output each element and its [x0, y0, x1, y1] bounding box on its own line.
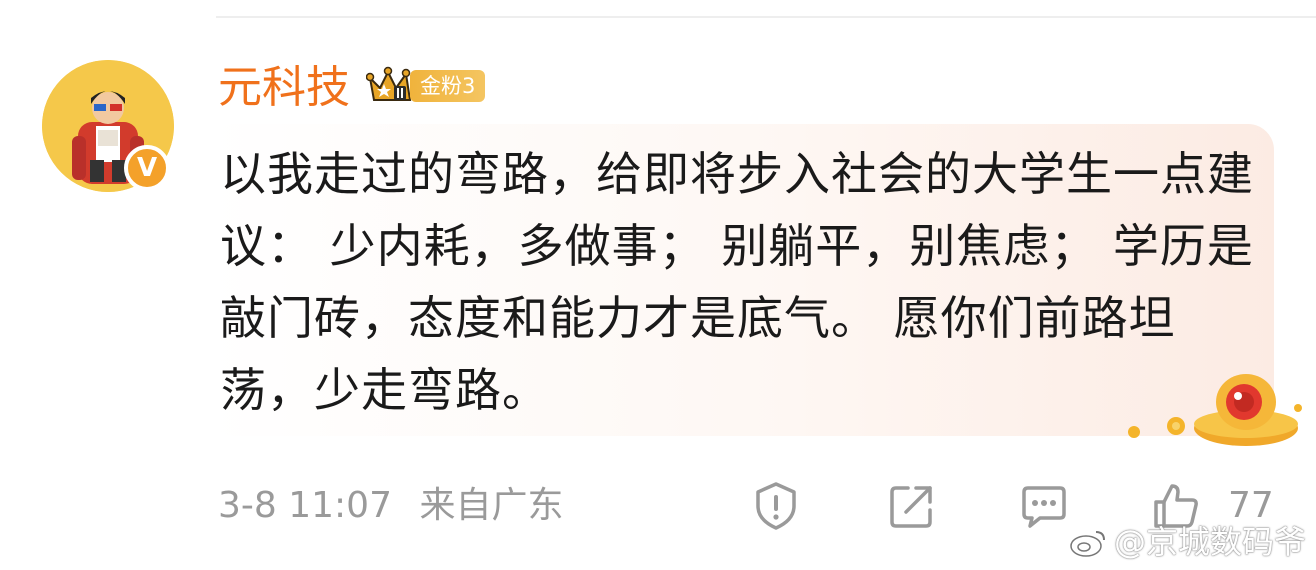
- verified-v-icon: V: [124, 145, 170, 191]
- watermark: @京城数码爷: [1068, 520, 1306, 564]
- ufo-sticker-icon: [1128, 374, 1302, 446]
- username[interactable]: 元科技: [218, 58, 350, 118]
- weibo-logo-icon: [1070, 531, 1105, 557]
- top-divider: [216, 16, 1316, 18]
- comment-icon[interactable]: [1018, 480, 1070, 532]
- fan-badge-label: 金粉3: [410, 70, 486, 102]
- comment-meta: 3-8 11:07 来自广东: [218, 480, 563, 532]
- watermark-text: @京城数码爷: [1114, 523, 1307, 561]
- location: 来自广东: [419, 485, 564, 526]
- timestamp: 3-8 11:07: [218, 485, 392, 526]
- comment-text: 以我走过的弯路，给即将步入社会的大学生一点建议： 少内耗，多做事； 别躺平，别焦…: [220, 147, 1254, 417]
- share-icon[interactable]: [886, 480, 938, 532]
- report-shield-icon[interactable]: [750, 480, 802, 532]
